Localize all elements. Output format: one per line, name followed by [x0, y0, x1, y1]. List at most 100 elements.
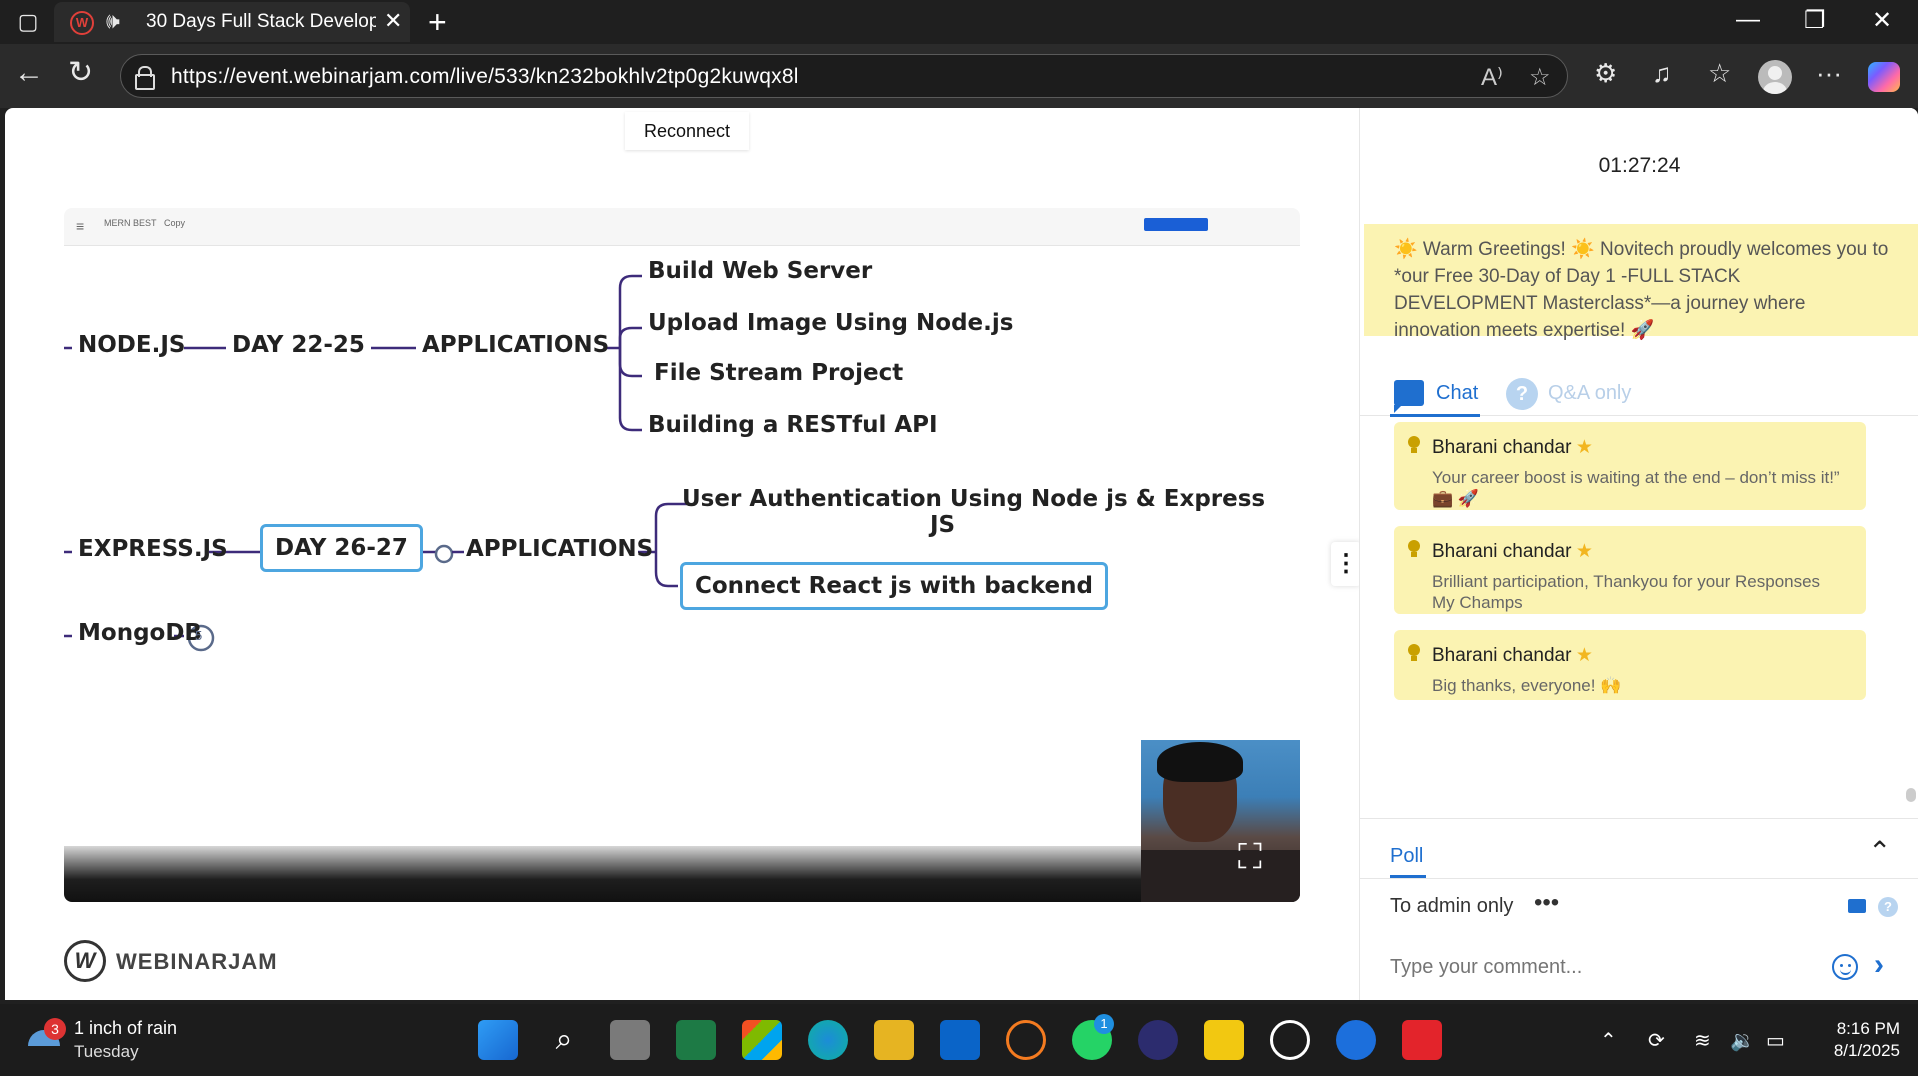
- lock-icon[interactable]: [135, 66, 155, 90]
- video-player[interactable]: ≡ MERN BEST Copy NODE.JS DAY 22-25 APPLI…: [64, 208, 1300, 902]
- weather-text[interactable]: 1 inch of rain: [74, 1018, 177, 1039]
- message-text: Brilliant participation, Thankyou for yo…: [1432, 572, 1821, 612]
- tab-actions-icon[interactable]: ▢: [14, 8, 42, 36]
- question-mode-icon[interactable]: ?: [1878, 897, 1898, 917]
- profile-avatar[interactable]: [1758, 60, 1792, 94]
- read-aloud-icon[interactable]: A⁾: [1481, 63, 1503, 92]
- send-chevron-icon[interactable]: ›: [1874, 948, 1884, 982]
- volume-icon[interactable]: 🔉: [1730, 1028, 1755, 1053]
- wps-office-icon[interactable]: [1402, 1020, 1442, 1060]
- more-options-icon[interactable]: ···: [1816, 58, 1842, 89]
- emoji-icon[interactable]: [1832, 954, 1858, 980]
- mindmap-leaf: File Stream Project: [654, 360, 904, 386]
- to-admin-label[interactable]: To admin only: [1390, 895, 1513, 918]
- fullscreen-icon[interactable]: ⛶: [1238, 840, 1262, 874]
- show-hidden-icons-icon[interactable]: ⌃: [1600, 1028, 1617, 1053]
- wifi-icon[interactable]: ≋: [1694, 1028, 1711, 1053]
- clock-time: 8:16 PM: [1836, 1019, 1900, 1038]
- close-window-icon[interactable]: ✕: [1872, 6, 1892, 35]
- tab-qa-only[interactable]: Q&A only: [1548, 382, 1631, 405]
- mindmap-leaf: Upload Image Using Node.js: [648, 310, 1014, 336]
- star-icon: ★: [1575, 645, 1593, 666]
- message-author: Bharani chandar: [1432, 437, 1572, 458]
- shared-screen-toolbar: ≡ MERN BEST Copy: [64, 208, 1300, 246]
- mindmap-node: DAY 22-25: [232, 332, 365, 358]
- mindmap-node: APPLICATIONS: [422, 332, 610, 358]
- webinarjam-logo-icon: W: [64, 940, 106, 982]
- chat-messages[interactable]: Bharani chandar ★ Your career boost is w…: [1360, 418, 1918, 818]
- chat-scrollbar[interactable]: [1906, 788, 1916, 802]
- subscribe-button: [1144, 218, 1208, 231]
- mindmap-child-count: 5: [195, 628, 203, 643]
- chevron-up-icon[interactable]: ⌃: [1868, 835, 1891, 868]
- question-icon[interactable]: ?: [1506, 378, 1538, 410]
- mindmap-leaf: Build Web Server: [648, 258, 873, 284]
- windows-start-icon[interactable]: [478, 1020, 518, 1060]
- chat-icon[interactable]: [1394, 380, 1424, 413]
- power-bi-icon[interactable]: [1204, 1020, 1244, 1060]
- more-dots-icon[interactable]: •••: [1534, 889, 1559, 917]
- close-tab-icon[interactable]: ✕: [384, 8, 402, 34]
- message-author: Bharani chandar: [1432, 645, 1572, 666]
- eclipse-icon[interactable]: [1138, 1020, 1178, 1060]
- new-tab-icon[interactable]: +: [428, 4, 447, 41]
- outlook-icon[interactable]: [940, 1020, 980, 1060]
- mindmap-leaf-highlighted: Connect React js with backend: [680, 562, 1108, 610]
- mindmap-copy-label: Copy: [164, 218, 186, 228]
- address-toolbar: ← ↻ https://event.webinarjam.com/live/53…: [0, 44, 1918, 108]
- mindmap-leaf: User Authentication Using Node js & Expr…: [682, 486, 1266, 512]
- jupyter-icon[interactable]: [1006, 1020, 1046, 1060]
- chatgpt-icon[interactable]: [1270, 1020, 1310, 1060]
- lightbulb-icon: [1408, 436, 1420, 454]
- favorite-star-icon[interactable]: ☆: [1529, 63, 1551, 92]
- presenter-webcam: [1141, 740, 1300, 902]
- back-icon[interactable]: ←: [14, 58, 44, 88]
- poll-tab[interactable]: Poll: [1390, 845, 1423, 868]
- copilot-icon[interactable]: [1868, 62, 1900, 92]
- reconnect-button[interactable]: Reconnect: [625, 112, 749, 150]
- chat-panel: 01:27:24 ☀️ Warm Greetings! ☀️ Novitech …: [1359, 108, 1918, 1000]
- restore-icon[interactable]: ❐: [1804, 6, 1826, 35]
- weather-day[interactable]: Tuesday: [74, 1042, 139, 1062]
- webinar-page: Reconnect ≡ MERN BEST Copy NODE.JS DAY 2…: [5, 108, 1918, 1000]
- audience-selector: To admin only ••• ?: [1360, 878, 1918, 934]
- refresh-icon[interactable]: ↻: [68, 58, 93, 88]
- whatsapp-badge: 1: [1094, 1014, 1114, 1034]
- mindmap-node: NODE.JS: [78, 332, 186, 358]
- app-store-icon[interactable]: [1336, 1020, 1376, 1060]
- url-text[interactable]: https://event.webinarjam.com/live/533/kn…: [171, 65, 799, 89]
- microsoft-store-icon[interactable]: [742, 1020, 782, 1060]
- star-icon: ★: [1575, 541, 1593, 562]
- chat-mode-icon[interactable]: [1848, 899, 1866, 913]
- minimize-icon[interactable]: —: [1736, 6, 1760, 34]
- search-icon[interactable]: ⌕: [544, 1020, 584, 1060]
- mindmap-title: MERN BEST: [104, 218, 157, 228]
- extensions-icon[interactable]: ⚙: [1594, 58, 1617, 89]
- favorites-icon[interactable]: ☆: [1708, 58, 1731, 89]
- message-text: Big thanks, everyone! 🙌: [1432, 676, 1622, 695]
- speaker-icon[interactable]: 🕪: [106, 8, 120, 34]
- mindmap-leaf: JS: [930, 512, 956, 538]
- battery-icon[interactable]: ▭: [1766, 1028, 1785, 1053]
- edge-icon[interactable]: [808, 1020, 848, 1060]
- sync-icon[interactable]: ⟳: [1648, 1028, 1665, 1053]
- chat-message: Bharani chandar ★ Brilliant participatio…: [1394, 526, 1866, 614]
- chat-message: Bharani chandar ★ Big thanks, everyone! …: [1394, 630, 1866, 700]
- system-clock[interactable]: 8:16 PM 8/1/2025: [1810, 1018, 1900, 1062]
- excel-icon[interactable]: [676, 1020, 716, 1060]
- webinarjam-favicon-icon: W: [70, 11, 94, 35]
- weather-widget[interactable]: 3: [28, 1018, 68, 1060]
- browser-tab[interactable]: W 🕪 30 Days Full Stack Development ✕: [54, 2, 410, 42]
- comment-input[interactable]: [1390, 956, 1810, 979]
- file-explorer-icon[interactable]: [874, 1020, 914, 1060]
- webinarjam-logo-text: WEBINARJAM: [116, 949, 278, 974]
- tab-chat[interactable]: Chat: [1436, 382, 1478, 405]
- weather-badge: 3: [44, 1018, 66, 1040]
- mindmap-node-highlighted: DAY 26-27: [260, 524, 423, 572]
- more-options-vertical-icon[interactable]: ⋮: [1331, 542, 1361, 586]
- task-view-icon[interactable]: [610, 1020, 650, 1060]
- mindmap-leaf: Building a RESTful API: [648, 412, 938, 438]
- address-bar[interactable]: https://event.webinarjam.com/live/533/kn…: [120, 54, 1568, 98]
- session-timer: 01:27:24: [1598, 154, 1681, 177]
- music-icon[interactable]: ♫: [1652, 58, 1672, 89]
